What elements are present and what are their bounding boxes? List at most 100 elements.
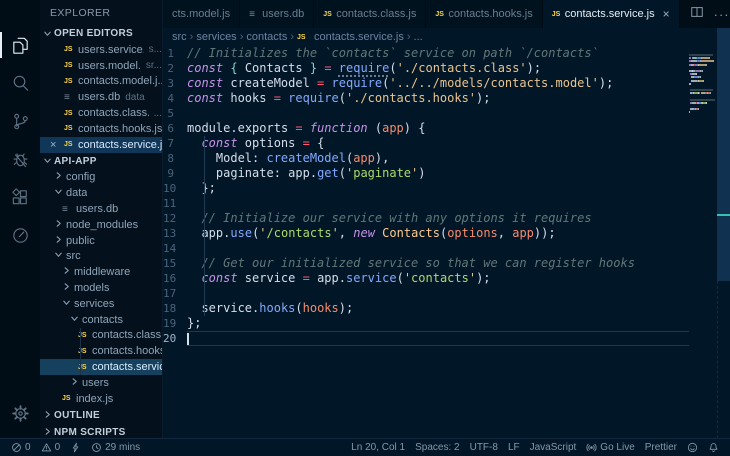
split-editor-icon[interactable] [690,5,704,24]
token: paginate [353,166,411,180]
status-ln-20-col-1[interactable]: Ln 20, Col 1 [346,442,410,453]
code-line[interactable]: 20 [163,331,689,346]
code-line[interactable]: 8 Model: createModel(app), [163,151,689,166]
code-line[interactable]: 18 service.hooks(hooks); [163,301,689,316]
status-javascript[interactable]: JavaScript [525,442,582,453]
tree-item-users-db[interactable]: ≡users.db [40,201,162,217]
tree-item-users[interactable]: users [40,375,162,391]
token: get [317,166,339,180]
code-line[interactable]: 5 [163,106,689,121]
open-editor-item[interactable]: ×JScontacts.service.j... [40,137,162,153]
tree-item-contacts-class-js[interactable]: JScontacts.class.js [40,328,162,344]
code-line[interactable]: 14 [163,241,689,256]
code-line[interactable]: 15 // Get our initialized service so tha… [163,256,689,271]
activity-item-source-control[interactable] [0,102,40,140]
open-editor-item[interactable]: ≡users.dbdata [40,89,162,105]
code-line[interactable]: 12 // Initialize our service with any op… [163,211,689,226]
code-line[interactable]: 1// Initializes the `contacts` service o… [163,46,689,61]
code-line[interactable]: 17 [163,286,689,301]
tree-item-index-js[interactable]: JSindex.js [40,391,162,407]
tree-item-contacts-service-js[interactable]: JScontacts.service.js [40,359,162,375]
breadcrumb-item[interactable]: ... [414,31,423,43]
activity-item-debug[interactable] [0,140,40,178]
tab-label: cts.model.js [172,8,230,20]
status-29-mins[interactable]: 29 mins [86,439,145,456]
breadcrumb-item[interactable]: contacts [246,31,287,43]
tree-item-node-modules[interactable]: node_modules [40,217,162,233]
breadcrumb-item[interactable]: services [196,31,236,43]
token: ) { [404,121,426,135]
status-lightning[interactable] [65,439,86,456]
status-0[interactable]: 0 [6,439,36,456]
code-line[interactable]: 19}; [163,316,689,331]
open-editor-item[interactable]: JScontacts.class.js... [40,105,162,121]
tree-item-data[interactable]: data [40,185,162,201]
token: { [310,136,324,150]
code-line[interactable]: 13 app.use('/contacts', new Contacts(opt… [163,226,689,241]
activity-item-extensions[interactable] [0,178,40,216]
token: Contacts [245,61,303,75]
tree-item-public[interactable]: public [40,233,162,249]
tab-contacts-service-js[interactable]: JScontacts.service.js× [543,0,680,28]
chevron-right-icon [62,266,74,278]
status-smiley[interactable] [682,442,703,453]
code-line[interactable]: 10 }; [163,181,689,196]
code-line[interactable]: 6module.exports = function (app) { [163,121,689,136]
code-line[interactable]: 11 [163,196,689,211]
chevron-down-icon [54,187,66,199]
tab-users-db[interactable]: ≡users.db [240,0,314,28]
activity-item-timer[interactable] [0,216,40,254]
tab-contacts-class-js[interactable]: JScontacts.class.js [314,0,426,28]
code-line[interactable]: 7 const options = { [163,136,689,151]
lightning-icon [70,442,81,453]
tree-item-contacts[interactable]: contacts [40,312,162,328]
code-line[interactable]: 4const hooks = require('./contacts.hooks… [163,91,689,106]
activity-item-explorer[interactable] [0,26,40,64]
tree-item-config[interactable]: config [40,170,162,186]
tab-contacts-hooks-js[interactable]: JScontacts.hooks.js [426,0,542,28]
minimap[interactable] [689,54,716,118]
status-lf[interactable]: LF [503,442,525,453]
tree-item-contacts-hooks-js[interactable]: JScontacts.hooks.js [40,343,162,359]
breadcrumb-item[interactable]: src [172,31,187,43]
token: : [274,166,288,180]
activity-item-settings[interactable] [0,394,40,432]
open-editor-label: contacts.service.j... [78,139,162,151]
code-line[interactable]: 16 const service = app.service('contacts… [163,271,689,286]
tree-item-middleware[interactable]: middleware [40,264,162,280]
status-prettier[interactable]: Prettier [640,442,682,453]
status-0[interactable]: 0 [36,439,66,456]
section-project-root[interactable]: API-APP [40,153,162,170]
status-bell[interactable] [703,442,724,453]
breadcrumb-item[interactable]: JScontacts.service.js [297,31,404,43]
activity-item-search[interactable] [0,64,40,102]
token: app [382,121,404,135]
token: ); [527,61,541,75]
tab-close-icon[interactable]: × [663,7,670,21]
status-go-live[interactable]: Go Live [581,442,639,453]
scrollbar[interactable] [717,28,730,281]
tree-item-src[interactable]: src [40,249,162,265]
more-actions-icon[interactable]: ··· [714,7,730,22]
open-editor-item[interactable]: JScontacts.model.j... [40,74,162,90]
tab-cts-model-js[interactable]: cts.model.js [163,0,240,28]
open-editor-item[interactable]: JSusers.model.jssr... [40,58,162,74]
token: options [447,226,498,240]
status-utf-8[interactable]: UTF-8 [465,442,503,453]
section-npm-scripts[interactable]: NPM SCRIPTS [40,424,162,438]
status-spaces-2[interactable]: Spaces: 2 [410,442,464,453]
code-line[interactable]: 9 paginate: app.get('paginate') [163,166,689,181]
section-open-editors[interactable]: OPEN EDITORS [40,25,162,42]
open-editor-item[interactable]: JSusers.service.jss... [40,42,162,58]
close-editor-icon[interactable]: × [50,139,64,151]
tree-item-models[interactable]: models [40,280,162,296]
code-line[interactable]: 3const createModel = require('../../mode… [163,76,689,91]
section-outline[interactable]: OUTLINE [40,407,162,424]
status-label: Prettier [645,442,677,453]
tree-item-services[interactable]: services [40,296,162,312]
code-editor[interactable]: 1// Initializes the `contacts` service o… [163,46,689,346]
code-line[interactable]: 2const { Contacts } = require('./contact… [163,61,689,76]
token: ( [368,121,382,135]
token: ), [375,151,389,165]
open-editor-item[interactable]: JScontacts.hooks.js... [40,121,162,137]
